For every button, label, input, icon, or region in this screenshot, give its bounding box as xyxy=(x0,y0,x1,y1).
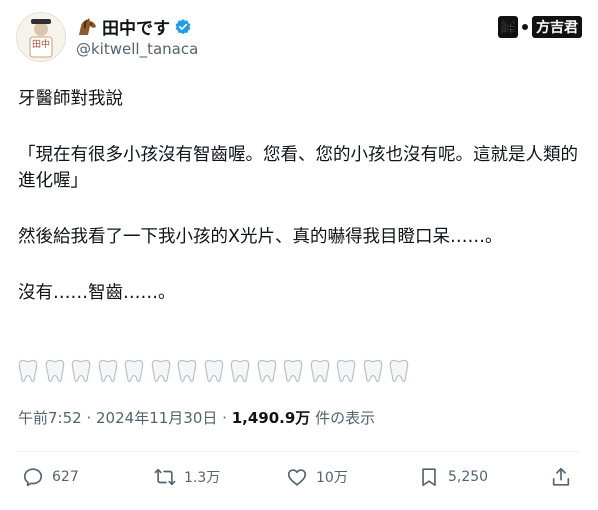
tweet-paragraph: 然後給我看了一下我小孩的X光片、真的嚇得我目瞪口呆……。 xyxy=(18,227,503,247)
verified-badge-icon xyxy=(175,18,191,34)
tooth-emoji-icon xyxy=(310,359,329,383)
author-name[interactable]: 田中です xyxy=(102,14,170,39)
tweet-paragraph: 沒有……智齒……。 xyxy=(18,283,176,303)
tooth-emoji-icon xyxy=(363,359,382,383)
share-icon xyxy=(552,467,570,486)
tooth-emoji-icon xyxy=(177,359,197,383)
author-handle[interactable]: @kitwell_tanaca xyxy=(76,40,198,58)
tweet-time[interactable]: 午前7:52 xyxy=(18,409,82,427)
credit-dot-icon xyxy=(522,24,528,30)
tweet-header: 田中 田中です @kitwell_tanaca 譯 方吉君 xyxy=(16,12,582,62)
tooth-emoji-row xyxy=(18,358,409,384)
retweet-count: 1.3万 xyxy=(184,470,221,486)
translator-name: 方吉君 xyxy=(532,16,582,38)
tweet-paragraph: 「現在有很多小孩沒有智齒喔。您看、您的小孩也沒有呢。這就是人類的進化喔」 xyxy=(18,145,578,191)
like-button[interactable]: 10万 xyxy=(286,466,348,488)
tooth-emoji-icon xyxy=(45,359,64,383)
tweet-text: 牙醫師對我說 「現在有很多小孩沒有智齒喔。您看、您的小孩也沒有呢。這就是人類的進… xyxy=(18,86,588,306)
reply-button[interactable]: 627 xyxy=(22,466,79,488)
tweet-meta: 午前7:52 · 2024年11月30日 · 1,490.9万 件の表示 xyxy=(18,409,376,427)
tooth-emoji-icon xyxy=(18,359,38,383)
tooth-emoji-icon xyxy=(151,359,170,383)
share-button[interactable] xyxy=(550,466,572,488)
bookmark-count: 5,250 xyxy=(448,469,489,485)
bookmark-button[interactable]: 5,250 xyxy=(418,466,488,488)
tooth-emoji-icon xyxy=(71,359,91,383)
view-count: 1,490.9万 xyxy=(231,409,311,427)
retweet-button[interactable]: 1.3万 xyxy=(154,466,220,488)
view-count-label: 件の表示 xyxy=(315,409,376,427)
reply-icon xyxy=(23,468,43,487)
tooth-emoji-icon xyxy=(336,359,356,383)
avatar[interactable]: 田中 xyxy=(16,12,66,62)
tooth-emoji-icon xyxy=(283,359,303,383)
action-bar: 627 1.3万 10万 5,250 xyxy=(22,466,578,496)
tooth-emoji-icon xyxy=(389,359,409,383)
like-count: 10万 xyxy=(316,470,348,486)
reply-count: 627 xyxy=(52,469,79,485)
translation-tag: 譯 xyxy=(498,16,518,38)
tweet-date[interactable]: 2024年11月30日 xyxy=(96,409,217,427)
tooth-emoji-icon xyxy=(204,359,223,383)
heart-icon xyxy=(287,469,307,486)
divider xyxy=(18,451,580,452)
name-row: 田中です xyxy=(76,14,192,39)
translator-credit: 譯 方吉君 xyxy=(498,16,582,38)
bookmark-icon xyxy=(422,468,436,487)
retweet-icon xyxy=(154,468,176,486)
tooth-emoji-icon xyxy=(257,359,276,383)
tooth-emoji-icon xyxy=(230,359,250,383)
tooth-emoji-icon xyxy=(124,359,144,383)
horse-icon xyxy=(79,17,96,35)
avatar-image: 田中 xyxy=(17,13,65,61)
avatar-text: 田中 xyxy=(32,38,50,50)
tweet-paragraph: 牙醫師對我說 xyxy=(18,89,123,109)
tooth-emoji-icon xyxy=(98,359,117,383)
